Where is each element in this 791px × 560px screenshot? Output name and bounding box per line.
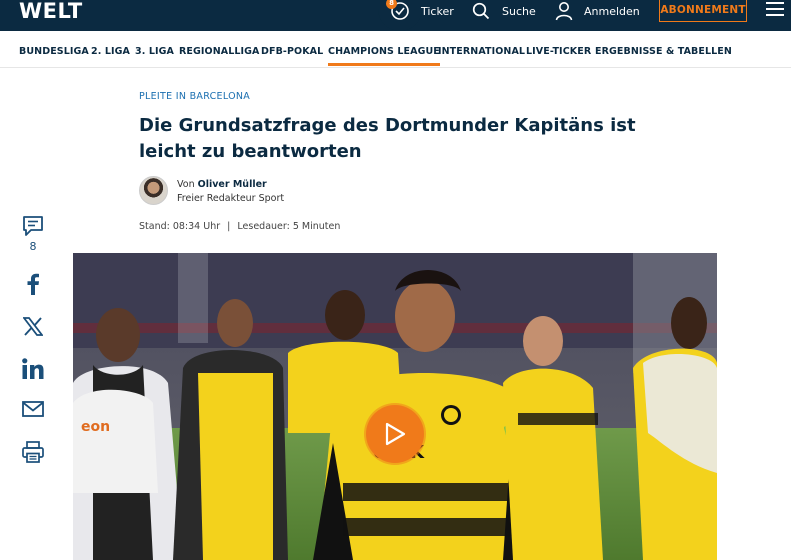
nav-item-champions-league[interactable]: CHAMPIONS LEAGUE bbox=[328, 46, 440, 66]
ticker-label: Ticker bbox=[421, 4, 454, 18]
x-icon bbox=[23, 316, 43, 336]
subscribe-button[interactable]: ABONNEMENT bbox=[659, 0, 747, 22]
video-play-button[interactable] bbox=[366, 405, 424, 463]
linkedin-icon bbox=[22, 357, 44, 379]
section-nav: BUNDESLIGA 2. LIGA 3. LIGA REGIONALLIGA … bbox=[0, 31, 791, 68]
welt-logo[interactable]: WELT bbox=[19, 0, 83, 22]
nav-item-ergebnisse-tabellen[interactable]: ERGEBNISSE & TABELLEN bbox=[595, 46, 732, 57]
comment-icon bbox=[23, 216, 43, 236]
print-icon bbox=[22, 441, 44, 463]
nav-item-2-liga[interactable]: 2. LIGA bbox=[91, 46, 130, 57]
article-meta: Stand: 08:34 Uhr | Lesedauer: 5 Minuten bbox=[139, 221, 340, 232]
menu-icon[interactable] bbox=[766, 2, 784, 18]
author-name[interactable]: Oliver Müller bbox=[198, 179, 267, 190]
author-prefix: Von bbox=[177, 179, 195, 190]
play-icon bbox=[385, 422, 406, 446]
x-share[interactable] bbox=[20, 315, 46, 337]
article-headline: Die Grundsatzfrage des Dortmunder Kapitä… bbox=[139, 115, 636, 162]
article-timestamp: Stand: 08:34 Uhr bbox=[139, 221, 221, 232]
facebook-icon bbox=[27, 273, 39, 295]
meta-separator: | bbox=[227, 221, 231, 232]
login-button[interactable]: Anmelden bbox=[555, 0, 640, 22]
nav-item-3-liga[interactable]: 3. LIGA bbox=[135, 46, 174, 57]
mail-share[interactable] bbox=[20, 399, 46, 419]
author-role: Freier Redakteur Sport bbox=[177, 193, 285, 204]
author-block: Von Oliver Müller Freier Redakteur Sport bbox=[177, 178, 284, 206]
comment-count[interactable]: 8 bbox=[20, 240, 46, 253]
print-button[interactable] bbox=[20, 440, 46, 464]
author-avatar[interactable] bbox=[139, 176, 168, 205]
user-icon bbox=[555, 2, 573, 21]
facebook-share[interactable] bbox=[20, 272, 46, 296]
jersey-sponsor-left: eon bbox=[81, 419, 110, 435]
top-bar: WELT Ticker 8 Suche Anmelden ABONNEMENT bbox=[0, 0, 791, 31]
nav-item-regionalliga[interactable]: REGIONALLIGA bbox=[179, 46, 260, 57]
nav-item-live-ticker[interactable]: LIVE-TICKER bbox=[526, 46, 591, 57]
login-label: Anmelden bbox=[584, 4, 640, 18]
comment-button[interactable] bbox=[20, 214, 46, 238]
nav-item-international[interactable]: INTERNATIONAL bbox=[438, 46, 525, 57]
search-label: Suche bbox=[502, 4, 536, 18]
article-kicker: PLEITE IN BARCELONA bbox=[139, 91, 251, 102]
linkedin-share[interactable] bbox=[20, 356, 46, 380]
ticker-button[interactable]: Ticker bbox=[390, 0, 454, 22]
reading-time: Lesedauer: 5 Minuten bbox=[237, 221, 341, 232]
nav-item-dfb-pokal[interactable]: DFB-POKAL bbox=[261, 46, 323, 57]
mail-icon bbox=[22, 401, 44, 417]
search-icon bbox=[472, 2, 490, 20]
search-button[interactable]: Suche bbox=[472, 0, 536, 22]
nav-item-bundesliga[interactable]: BUNDESLIGA bbox=[19, 46, 89, 57]
